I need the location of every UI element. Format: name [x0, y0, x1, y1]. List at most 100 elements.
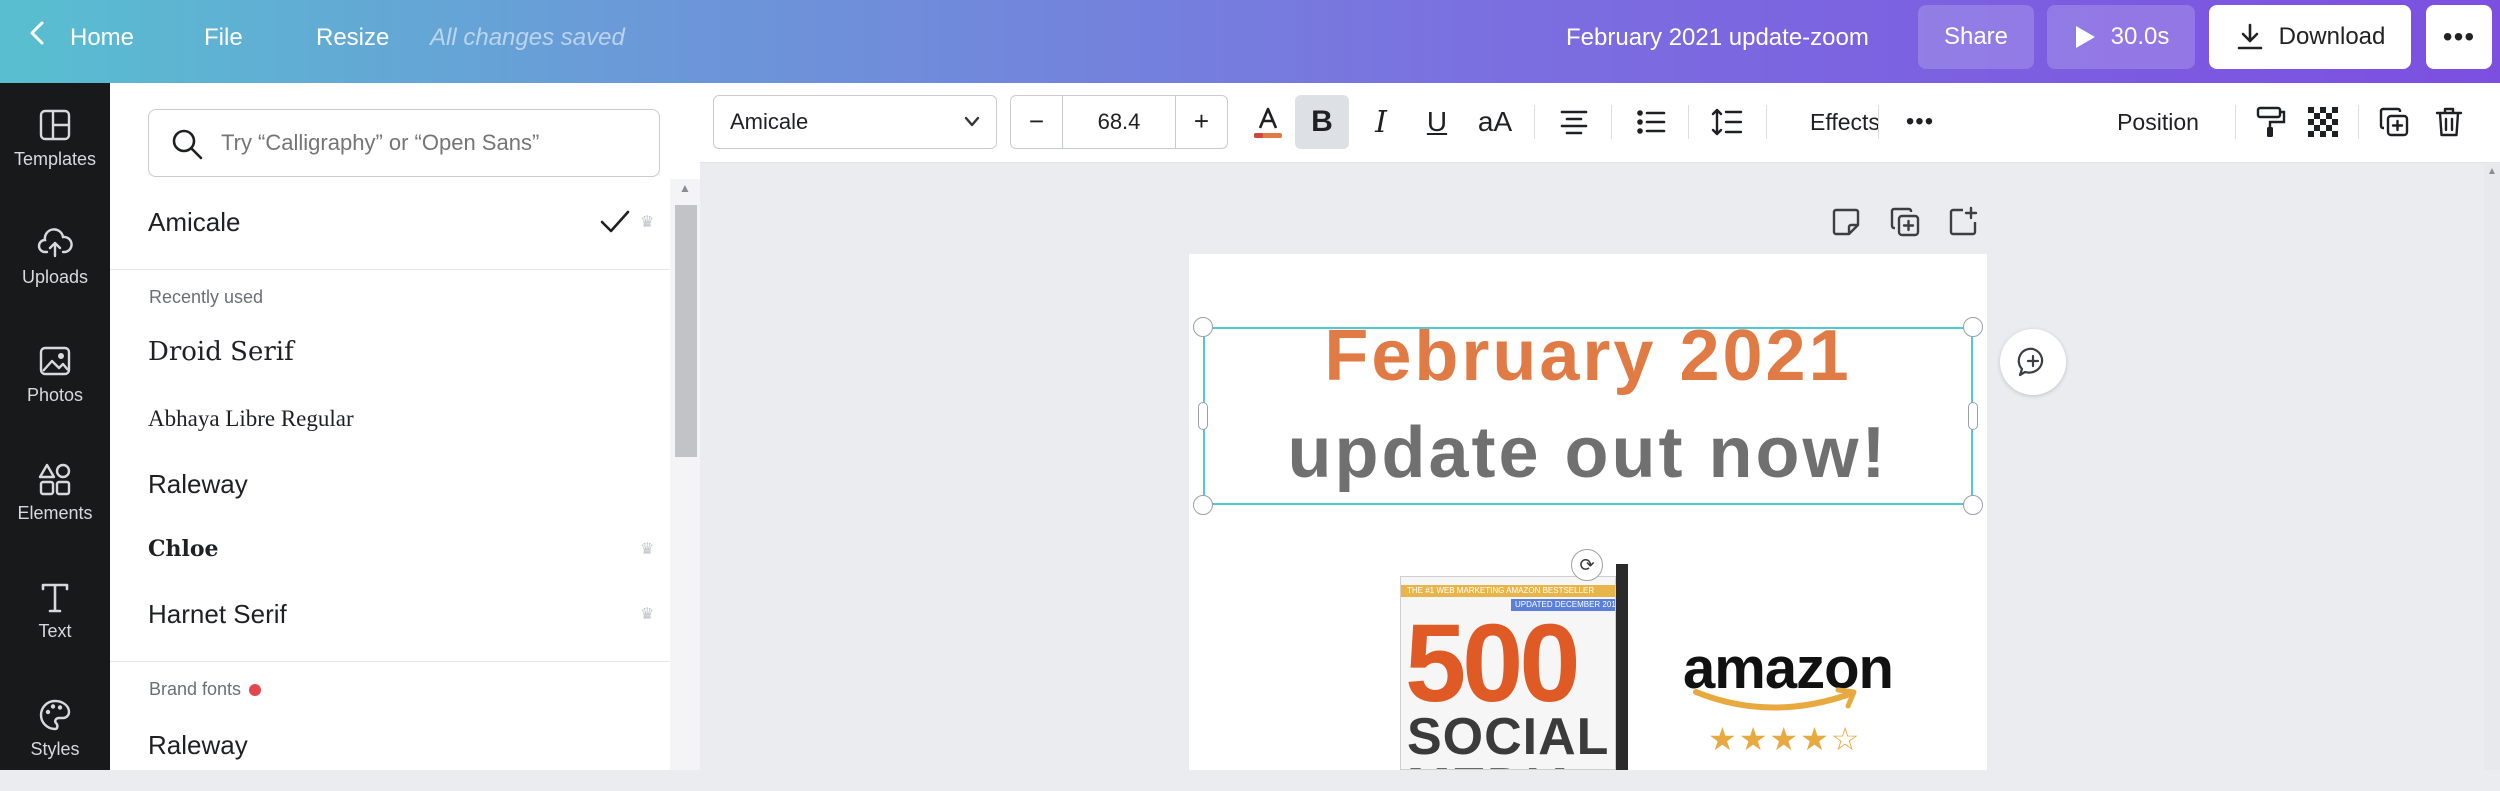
spacing-button[interactable] — [1700, 95, 1754, 149]
font-search[interactable] — [148, 109, 660, 177]
font-option-label: Droid Serif — [148, 337, 294, 367]
styles-icon — [39, 699, 71, 731]
font-option-label: Harnet Serif — [148, 598, 287, 629]
font-option[interactable]: Raleway — [148, 715, 660, 775]
underline-icon: U — [1426, 106, 1448, 137]
bold-button[interactable]: B — [1295, 95, 1349, 149]
left-sidebar: Templates Uploads Photos Elements Text S… — [0, 83, 110, 770]
font-search-input[interactable] — [221, 110, 641, 176]
scroll-up-icon[interactable]: ▲ — [2484, 164, 2500, 180]
add-note-button[interactable] — [1830, 206, 1862, 242]
save-status: All changes saved — [430, 24, 625, 51]
sidebar-item-photos[interactable]: Photos — [0, 319, 110, 437]
sidebar-item-templates[interactable]: Templates — [0, 83, 110, 201]
italic-button[interactable]: I — [1356, 95, 1406, 149]
effects-label: Effects — [1810, 108, 1880, 135]
rating-stars: ★★★★☆ — [1708, 721, 1862, 757]
book-number: 500 — [1405, 602, 1581, 725]
add-page-button[interactable] — [1947, 206, 1979, 242]
decrease-size-button[interactable]: − — [1011, 96, 1063, 148]
comment-icon — [2017, 347, 2044, 377]
italic-icon: I — [1375, 104, 1387, 140]
add-page-icon — [1949, 206, 1978, 236]
duration-label: 30.0s — [2110, 23, 2170, 50]
side-resize-handle[interactable] — [1968, 402, 1978, 430]
document-title[interactable]: February 2021 update-zoom — [1566, 0, 1869, 75]
side-resize-handle[interactable] — [1198, 402, 1208, 430]
download-icon — [2237, 23, 2262, 50]
resize-handle[interactable] — [1193, 317, 1213, 337]
font-option[interactable]: Droid Serif — [148, 322, 660, 382]
more-icon: ••• — [1905, 108, 1935, 135]
text-color-button[interactable] — [1243, 95, 1293, 149]
sidebar-label-styles: Styles — [30, 739, 80, 759]
font-size-input[interactable]: 68.4 — [1063, 96, 1175, 148]
add-comment-button[interactable] — [2000, 329, 2066, 395]
toolbar-divider — [1766, 105, 1767, 139]
font-family-dropdown[interactable]: Amicale — [713, 95, 997, 149]
align-center-button[interactable] — [1548, 95, 1600, 149]
canvas-scrollbar[interactable]: ▲ — [2484, 164, 2500, 770]
brand-fonts-heading: Brand fonts — [149, 679, 262, 700]
uploads-icon — [37, 228, 73, 258]
list-button[interactable] — [1625, 95, 1677, 149]
sidebar-label-uploads: Uploads — [21, 267, 89, 287]
more-options-button[interactable]: ••• — [2426, 5, 2492, 69]
book-spine — [1616, 564, 1628, 770]
back-icon[interactable] — [22, 0, 52, 75]
copy-style-button[interactable] — [2248, 95, 2294, 149]
underline-button[interactable]: U — [1412, 95, 1462, 149]
book-cover-image[interactable]: THE #1 WEB MARKETING AMAZON BESTSELLER U… — [1400, 562, 1646, 770]
position-button[interactable]: Position — [2093, 95, 2223, 149]
align-center-icon — [1560, 110, 1588, 135]
rotate-icon[interactable]: ⟳ — [1571, 549, 1603, 581]
delete-button[interactable] — [2426, 95, 2472, 149]
top-bar: Home File Resize All changes saved Febru… — [0, 0, 2500, 83]
toolbar-divider — [1878, 105, 1879, 139]
letter-case-icon: aA — [1477, 106, 1513, 137]
resize-handle[interactable] — [1963, 495, 1983, 515]
download-button[interactable]: Download — [2209, 5, 2411, 69]
transparency-button[interactable] — [2300, 95, 2346, 149]
sidebar-item-uploads[interactable]: Uploads — [0, 201, 110, 319]
sidebar-label-elements: Elements — [17, 503, 93, 523]
resize-handle[interactable] — [1963, 317, 1983, 337]
font-option[interactable]: Abhaya Libre Regular — [148, 389, 660, 449]
sidebar-item-elements[interactable]: Elements — [0, 437, 110, 555]
scrollbar-thumb[interactable] — [675, 205, 697, 457]
sidebar-label-photos: Photos — [26, 385, 84, 405]
share-button[interactable]: Share — [1918, 5, 2034, 69]
share-label: Share — [1943, 23, 2009, 50]
book-banner: THE #1 WEB MARKETING AMAZON BESTSELLER — [1401, 585, 1615, 597]
font-option[interactable]: Harnet Serif ♛ — [148, 584, 660, 644]
position-label: Position — [2117, 108, 2199, 135]
letter-case-button[interactable]: aA — [1466, 95, 1524, 149]
photos-icon — [39, 346, 71, 376]
text-selection-box[interactable] — [1203, 327, 1973, 505]
toolbar-divider — [2235, 105, 2236, 139]
font-option-selected[interactable]: Amicale ♛ — [148, 192, 660, 252]
trash-icon — [2435, 107, 2463, 137]
sidebar-label-text: Text — [38, 621, 72, 641]
increase-size-button[interactable]: + — [1175, 96, 1227, 148]
sidebar-item-text[interactable]: Text — [0, 555, 110, 673]
note-icon — [1832, 208, 1860, 236]
search-icon — [172, 129, 203, 160]
duplicate-button[interactable] — [2371, 95, 2417, 149]
text-toolbar: Amicale − 68.4 + B I U aA Effects ••• Po… — [700, 83, 2500, 163]
resize-menu[interactable]: Resize — [316, 0, 389, 75]
home-link[interactable]: Home — [70, 0, 134, 75]
resize-handle[interactable] — [1193, 495, 1213, 515]
text-icon — [41, 583, 69, 613]
font-option[interactable]: Raleway — [148, 454, 660, 514]
font-option[interactable]: Chloe ♛ — [148, 519, 660, 579]
bullet-list-icon — [1637, 110, 1666, 134]
more-tools-button[interactable]: ••• — [1890, 95, 1950, 149]
recently-used-heading: Recently used — [149, 287, 264, 307]
present-button[interactable]: 30.0s — [2047, 5, 2195, 69]
sidebar-item-styles[interactable]: Styles — [0, 673, 110, 791]
file-menu[interactable]: File — [204, 0, 243, 75]
duplicate-page-button[interactable] — [1889, 206, 1921, 242]
scroll-up-icon[interactable]: ▲ — [670, 179, 700, 197]
line-spacing-icon — [1711, 108, 1743, 136]
